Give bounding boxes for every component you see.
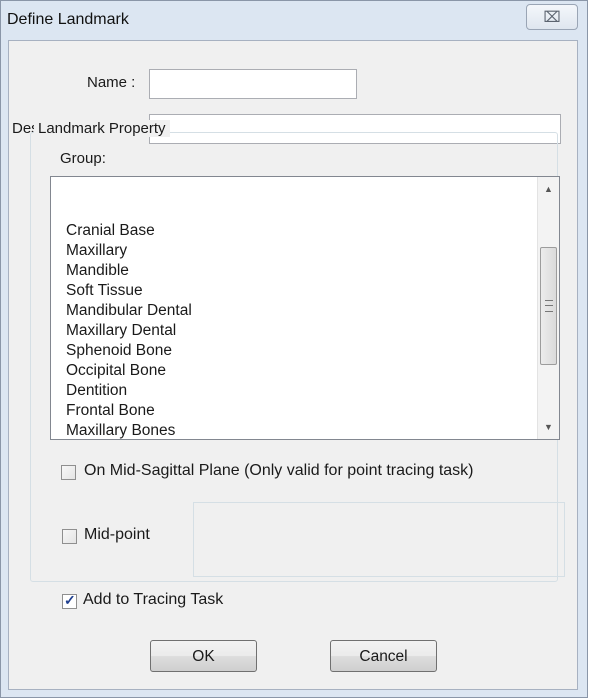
scroll-down-arrow-icon[interactable]: ▼ (538, 417, 559, 437)
cancel-button[interactable]: Cancel (330, 640, 437, 672)
mid-sagittal-label: On Mid-Sagittal Plane (Only valid for po… (84, 462, 474, 479)
mid-point-checkbox[interactable] (62, 529, 77, 544)
list-item[interactable]: Mandible (66, 261, 129, 281)
list-item[interactable]: Mandibular Dental (66, 301, 192, 321)
list-item[interactable]: Sphenoid Bone (66, 341, 172, 361)
name-input[interactable] (149, 69, 357, 99)
checkmark-icon: ✓ (64, 592, 76, 608)
add-to-tracing-checkbox[interactable]: ✓ (62, 592, 77, 609)
list-item[interactable]: Maxillary Dental (66, 321, 176, 341)
list-item[interactable]: Maxillary Bones (66, 421, 175, 439)
name-label: Name : (87, 74, 136, 91)
cancel-button-label: Cancel (359, 648, 408, 665)
list-item[interactable]: Soft Tissue (66, 281, 143, 301)
scroll-up-arrow-icon[interactable]: ▲ (538, 179, 559, 199)
title-bar[interactable]: Define Landmark ⌧ (1, 1, 587, 41)
list-item[interactable]: Maxillary (66, 241, 127, 261)
group-label: Group: (60, 150, 106, 167)
group-listbox[interactable]: Cranial Base Maxillary Mandible Soft Tis… (50, 176, 560, 440)
ok-button[interactable]: OK (150, 640, 257, 672)
list-item[interactable]: Cranial Base (66, 221, 155, 241)
close-icon: ⌧ (543, 9, 561, 26)
ok-button-label: OK (192, 648, 215, 665)
mid-point-panel (193, 502, 565, 577)
add-to-tracing-label: Add to Tracing Task (83, 591, 224, 608)
mid-sagittal-checkbox[interactable] (61, 465, 76, 480)
scrollbar-thumb[interactable] (540, 247, 557, 365)
list-item[interactable]: Frontal Bone (66, 401, 155, 421)
mid-point-label: Mid-point (84, 526, 150, 543)
scroll-grip-icon (545, 300, 553, 312)
list-item[interactable]: Dentition (66, 381, 127, 401)
group-list-scrollbar[interactable]: ▲ ▼ (537, 177, 559, 439)
close-button[interactable]: ⌧ (526, 4, 578, 30)
dialog-title: Define Landmark (7, 11, 129, 28)
landmark-property-legend: Landmark Property (34, 120, 170, 137)
list-item[interactable]: Occipital Bone (66, 361, 166, 381)
